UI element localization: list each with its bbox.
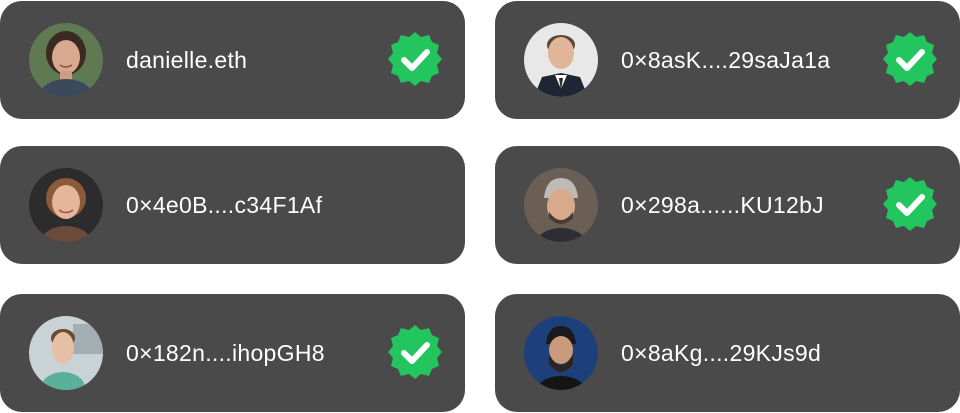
account-card[interactable]: danielle.eth (0, 1, 465, 119)
account-address: danielle.eth (126, 47, 248, 73)
avatar (29, 316, 103, 390)
account-address: 0×182n....ihopGH8 (126, 340, 325, 366)
account-address: 0×4e0B....c34F1Af (126, 192, 323, 218)
account-card[interactable]: 0×182n....ihopGH8 (0, 294, 465, 412)
verified-badge-icon (881, 175, 939, 233)
account-card[interactable]: 0×298a......KU12bJ (495, 146, 960, 264)
verified-badge-icon (386, 30, 444, 88)
avatar (524, 316, 598, 390)
avatar (524, 23, 598, 97)
avatar (29, 168, 103, 242)
avatar (29, 23, 103, 97)
account-card[interactable]: 0×4e0B....c34F1Af (0, 146, 465, 264)
account-address: 0×298a......KU12bJ (621, 192, 824, 218)
avatar (524, 168, 598, 242)
verified-badge-icon (881, 30, 939, 88)
account-card[interactable]: 0×8asK....29saJa1a (495, 1, 960, 119)
verified-badge-icon (386, 323, 444, 381)
account-address: 0×8aKg....29KJs9d (621, 340, 822, 366)
account-address: 0×8asK....29saJa1a (621, 47, 831, 73)
account-card[interactable]: 0×8aKg....29KJs9d (495, 294, 960, 412)
